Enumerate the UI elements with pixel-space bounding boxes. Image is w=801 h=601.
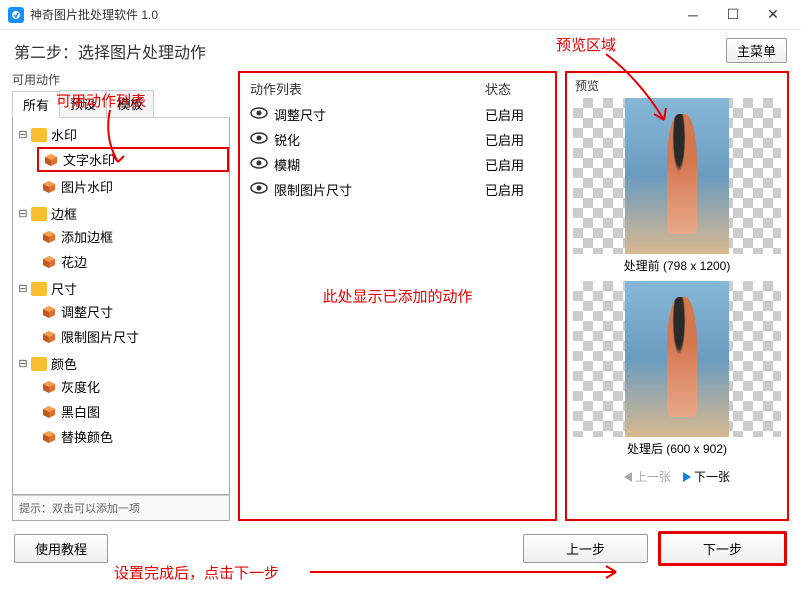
preview-after-label: 处理后 (600 x 902): [573, 437, 781, 462]
tree-item[interactable]: 限制图片尺寸: [37, 326, 229, 347]
tree-group-label: 尺寸: [51, 279, 77, 298]
tree-item-label: 灰度化: [61, 377, 100, 396]
action-name: 调整尺寸: [274, 105, 485, 124]
eye-icon: [250, 157, 268, 172]
tree-item-label: 调整尺寸: [61, 302, 113, 321]
cube-icon: [41, 254, 57, 270]
tree-item-label: 添加边框: [61, 227, 113, 246]
preview-after-image: [573, 281, 781, 437]
col-action-name: 动作列表: [250, 79, 485, 98]
cube-icon: [41, 429, 57, 445]
tutorial-button[interactable]: 使用教程: [14, 534, 108, 563]
action-status: 已启用: [485, 155, 545, 174]
preview-next-button[interactable]: 下一张: [683, 468, 730, 485]
preview-panel: 预览 处理前 (798 x 1200) 处理后 (600 x 902) 上一张 …: [565, 71, 789, 521]
annotation-added-actions: 此处显示已添加的动作: [322, 286, 472, 307]
tree-item[interactable]: 图片水印: [37, 176, 229, 197]
tab-template[interactable]: 模板: [106, 90, 154, 117]
tree-group-label: 颜色: [51, 354, 77, 373]
maximize-button[interactable]: ☐: [713, 0, 753, 30]
app-logo-icon: [8, 7, 24, 23]
cube-icon: [41, 229, 57, 245]
preview-title: 预览: [567, 73, 787, 96]
action-name: 锐化: [274, 130, 485, 149]
action-name: 限制图片尺寸: [274, 180, 485, 199]
tree-group[interactable]: ⊟ 颜色: [13, 353, 229, 374]
action-name: 模糊: [274, 155, 485, 174]
cube-icon: [41, 329, 57, 345]
cube-icon: [41, 304, 57, 320]
app-title: 神奇图片批处理软件 1.0: [30, 6, 673, 23]
close-button[interactable]: ✕: [753, 0, 793, 30]
folder-icon: [31, 128, 47, 142]
cube-icon: [41, 379, 57, 395]
header-row: 第二步：选择图片处理动作 主菜单: [0, 30, 801, 67]
action-status: 已启用: [485, 180, 545, 199]
available-actions-tabs: 所有 预设 模板: [12, 90, 230, 118]
preview-before-image: [573, 98, 781, 254]
folder-icon: [31, 207, 47, 221]
available-actions-title: 可用动作: [12, 71, 230, 88]
minimize-button[interactable]: ─: [673, 0, 713, 30]
tree-group[interactable]: ⊟ 水印: [13, 124, 229, 145]
action-status: 已启用: [485, 105, 545, 124]
action-status: 已启用: [485, 130, 545, 149]
eye-icon: [250, 107, 268, 122]
eye-icon: [250, 132, 268, 147]
next-step-button[interactable]: 下一步: [658, 531, 787, 566]
titlebar: 神奇图片批处理软件 1.0 ─ ☐ ✕: [0, 0, 801, 30]
tree-item[interactable]: 文字水印: [37, 147, 229, 172]
tab-all[interactable]: 所有: [12, 91, 60, 118]
tree-item[interactable]: 花边: [37, 251, 229, 272]
tree-item[interactable]: 黑白图: [37, 401, 229, 422]
tree-item-label: 图片水印: [61, 177, 113, 196]
tree-item[interactable]: 添加边框: [37, 226, 229, 247]
collapse-icon: ⊟: [17, 207, 29, 220]
tab-preset[interactable]: 预设: [59, 90, 107, 117]
tree-group[interactable]: ⊟ 尺寸: [13, 278, 229, 299]
preview-before-label: 处理前 (798 x 1200): [573, 254, 781, 279]
action-tree[interactable]: ⊟ 水印文字水印图片水印 ⊟ 边框添加边框花边 ⊟ 尺寸调整尺寸限制图片尺寸 ⊟ 颜色灰度化黑…: [12, 118, 230, 495]
arrow-left-icon: [624, 472, 632, 482]
action-row[interactable]: 模糊已启用: [250, 152, 545, 177]
prev-step-button[interactable]: 上一步: [523, 534, 648, 563]
tree-item[interactable]: 调整尺寸: [37, 301, 229, 322]
footer: 使用教程 上一步 下一步: [0, 521, 801, 576]
folder-icon: [31, 282, 47, 296]
added-actions-panel: 动作列表 状态 调整尺寸已启用锐化已启用模糊已启用限制图片尺寸已启用 此处显示已…: [238, 71, 557, 521]
available-actions-panel: 可用动作 所有 预设 模板 ⊟ 水印文字水印图片水印 ⊟ 边框添加边框花边 ⊟ 尺寸调整尺…: [12, 71, 230, 521]
tree-group-label: 边框: [51, 204, 77, 223]
tree-item-label: 黑白图: [61, 402, 100, 421]
tree-item-label: 花边: [61, 252, 87, 271]
tree-group[interactable]: ⊟ 边框: [13, 203, 229, 224]
preview-prev-button[interactable]: 上一张: [624, 468, 671, 485]
step-title: 第二步：选择图片处理动作: [14, 39, 726, 63]
tree-item-label: 文字水印: [63, 150, 115, 169]
action-row[interactable]: 锐化已启用: [250, 127, 545, 152]
tree-item-label: 限制图片尺寸: [61, 327, 139, 346]
collapse-icon: ⊟: [17, 128, 29, 141]
tree-item[interactable]: 灰度化: [37, 376, 229, 397]
arrow-right-icon: [683, 472, 691, 482]
cube-icon: [43, 152, 59, 168]
action-row[interactable]: 调整尺寸已启用: [250, 102, 545, 127]
folder-icon: [31, 357, 47, 371]
collapse-icon: ⊟: [17, 357, 29, 370]
tree-item[interactable]: 替换颜色: [37, 426, 229, 447]
cube-icon: [41, 404, 57, 420]
tree-group-label: 水印: [51, 125, 77, 144]
cube-icon: [41, 179, 57, 195]
col-status: 状态: [485, 79, 545, 98]
collapse-icon: ⊟: [17, 282, 29, 295]
tree-item-label: 替换颜色: [61, 427, 113, 446]
tree-hint: 提示：双击可以添加一项: [12, 495, 230, 521]
eye-icon: [250, 182, 268, 197]
main-menu-button[interactable]: 主菜单: [726, 38, 787, 63]
action-row[interactable]: 限制图片尺寸已启用: [250, 177, 545, 202]
